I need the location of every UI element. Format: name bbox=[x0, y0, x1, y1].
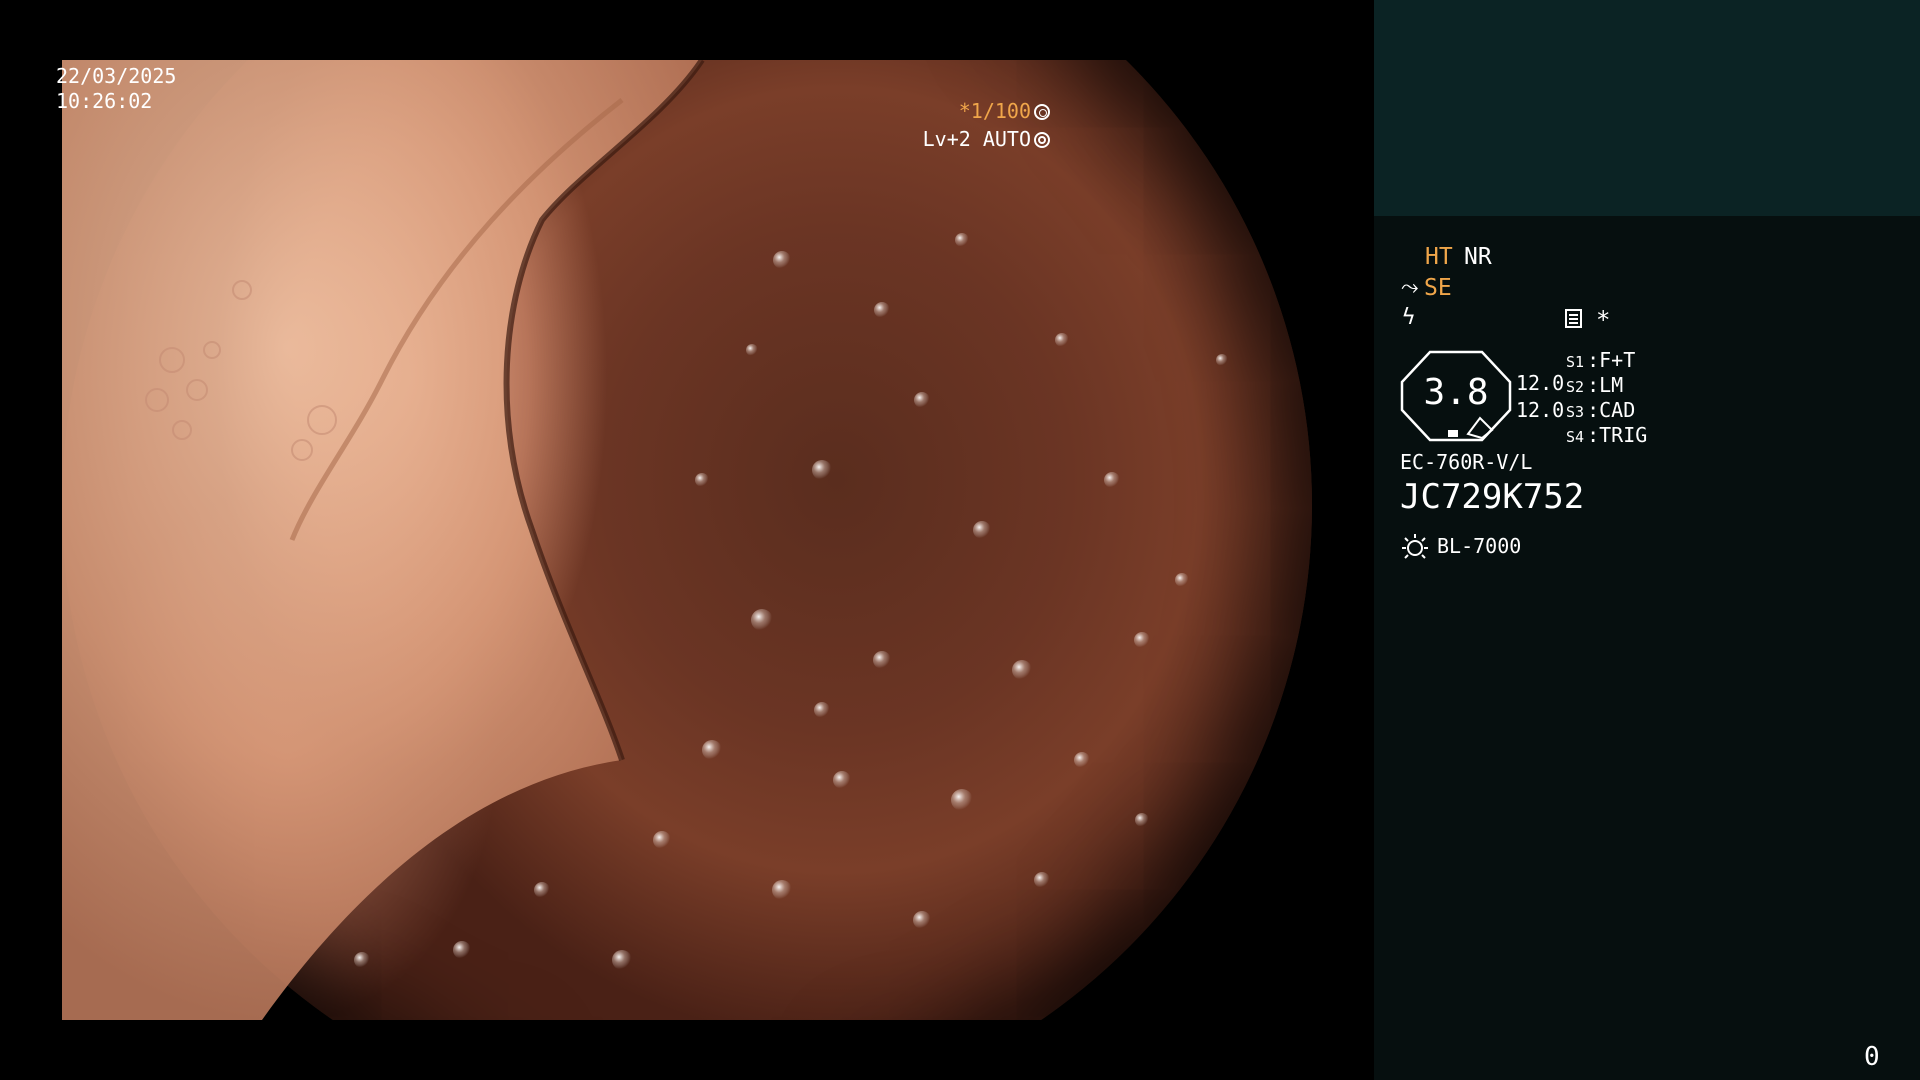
switch-value: CAD bbox=[1599, 398, 1636, 422]
switch-value: F+T bbox=[1599, 348, 1636, 372]
mode-nr-label: NR bbox=[1464, 244, 1492, 270]
mucosal-fold-illustration bbox=[62, 60, 1228, 1020]
switch-key: S1 bbox=[1566, 353, 1585, 371]
switch-assignment-3: S3:CAD bbox=[1566, 398, 1636, 422]
shutter-speed-label: *1/100 bbox=[959, 99, 1050, 124]
se-icon: ⤳ bbox=[1401, 275, 1419, 300]
shutter-speed-text: *1/100 bbox=[958, 99, 1031, 123]
scale-value: 3.8 bbox=[1423, 372, 1489, 413]
light-source-label: BL-7000 bbox=[1437, 534, 1522, 558]
switch-value: LM bbox=[1599, 373, 1624, 397]
date-label: 22/03/2025 bbox=[56, 64, 177, 88]
star-icon: * bbox=[1596, 306, 1611, 334]
thumbnail-area bbox=[1374, 0, 1920, 216]
endoscope-image-area: 22/03/2025 10:26:02 *1/100 Lv+2 AUTO bbox=[0, 0, 1374, 1080]
switch-key: S3 bbox=[1566, 403, 1585, 421]
time-label: 10:26:02 bbox=[56, 89, 153, 113]
image-counter: 0 bbox=[1864, 1042, 1880, 1072]
scope-model-label: EC-760R-V/L bbox=[1400, 450, 1533, 474]
shutter-icon bbox=[1034, 104, 1050, 120]
scope-serial-label: JC729K752 bbox=[1400, 477, 1585, 517]
memo-icon bbox=[1565, 309, 1582, 328]
endoscopic-view bbox=[62, 60, 1312, 1020]
info-panel: HT NR ⤳ SE ϟ * 3.8 12.0 12.0 S1:F+T S2:L… bbox=[1374, 0, 1920, 1080]
switch-key: S2 bbox=[1566, 378, 1585, 396]
auto-icon bbox=[1034, 132, 1050, 148]
switch-value: TRIG bbox=[1599, 423, 1648, 447]
lightning-icon: ϟ bbox=[1402, 305, 1416, 330]
mode-se-label: SE bbox=[1424, 275, 1452, 301]
scale-number: 12.0 bbox=[1516, 371, 1565, 395]
mode-ht-label: HT bbox=[1425, 244, 1453, 270]
switch-assignment-2: S2:LM bbox=[1566, 373, 1624, 397]
brightness-level-text: Lv+2 AUTO bbox=[922, 127, 1031, 151]
switch-assignment-4: S4:TRIG bbox=[1566, 423, 1648, 447]
brightness-level-label: Lv+2 AUTO bbox=[923, 127, 1050, 152]
switch-key: S4 bbox=[1566, 428, 1585, 446]
scale-number: 12.0 bbox=[1516, 398, 1565, 422]
lamp-icon bbox=[1402, 534, 1428, 559]
switch-assignment-1: S1:F+T bbox=[1566, 348, 1636, 372]
